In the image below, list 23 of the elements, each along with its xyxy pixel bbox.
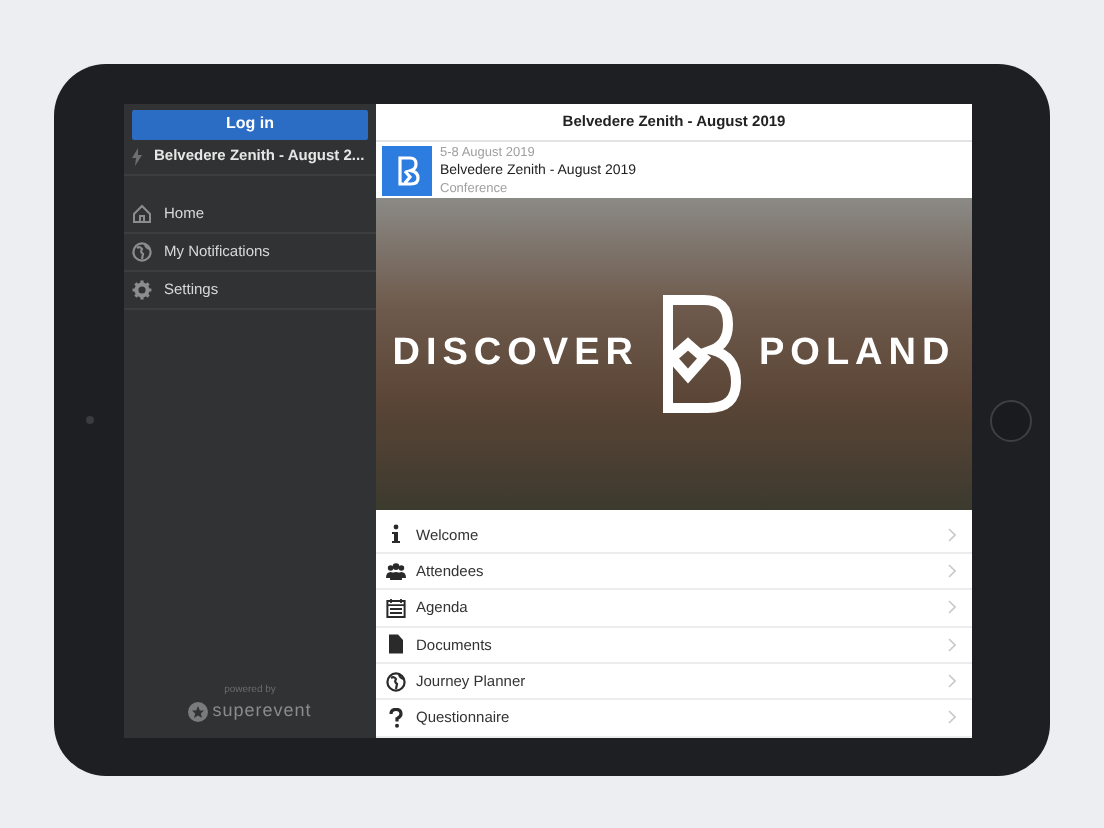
- chevron-icon: [948, 710, 956, 725]
- info-icon: [386, 524, 406, 545]
- login-button[interactable]: Log in: [132, 109, 368, 139]
- star-logo-icon: [188, 701, 209, 722]
- banner-word: POLAND: [759, 329, 956, 378]
- chevron-icon: [948, 564, 956, 579]
- globe-icon: [132, 241, 152, 261]
- gear-icon: [132, 279, 152, 299]
- chevron-icon: [948, 674, 956, 689]
- chevron-icon: [948, 600, 956, 615]
- lightning-icon: [132, 147, 142, 165]
- home-icon: [132, 203, 152, 223]
- chevron-icon: [948, 637, 956, 652]
- event-logo-icon: [382, 145, 432, 196]
- brand-name: superevent: [212, 698, 312, 724]
- people-icon: [386, 561, 406, 582]
- globe-icon: [386, 671, 406, 692]
- chevron-icon: [948, 527, 956, 542]
- home-button[interactable]: [990, 399, 1032, 441]
- banner-word: DISCOVER: [392, 329, 639, 378]
- calendar-icon: [386, 597, 406, 618]
- question-icon: [386, 707, 406, 728]
- document-icon: [386, 634, 406, 655]
